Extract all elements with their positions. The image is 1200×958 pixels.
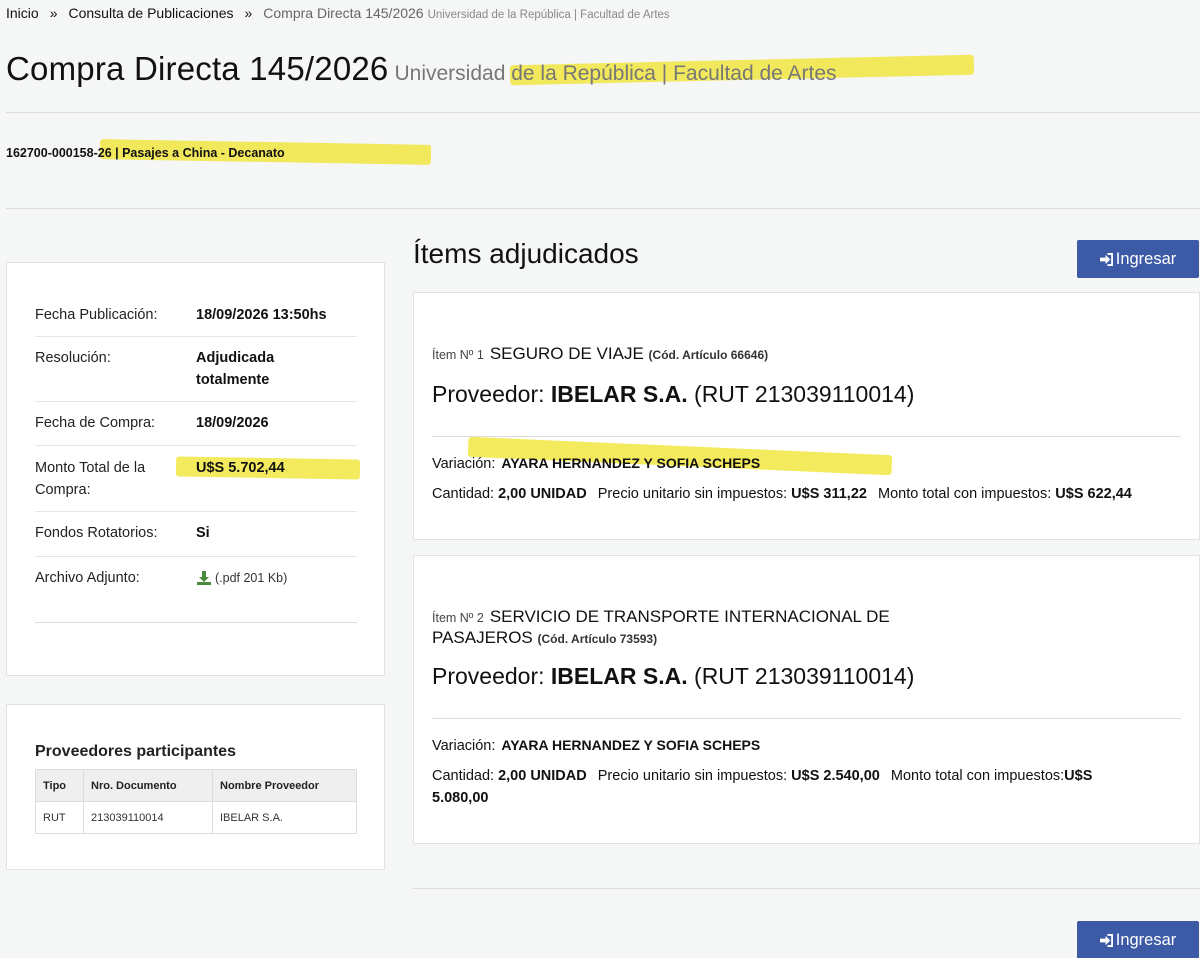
- provider-label: Proveedor:: [432, 381, 545, 407]
- provider-label: Proveedor:: [432, 663, 545, 689]
- awarded-item-card: Ítem Nº 2 SERVICIO DE TRANSPORTE INTERNAC…: [413, 555, 1200, 844]
- total-value: U$S 622,44: [1055, 486, 1132, 502]
- item-code: (Cód. Artículo 73593): [537, 632, 658, 646]
- sign-in-icon: [1099, 252, 1113, 266]
- info-value: U$S 5.702,44: [196, 460, 285, 476]
- sign-in-icon: [1099, 933, 1113, 947]
- table-cell: IBELAR S.A.: [212, 801, 357, 834]
- total-label: Monto total con impuestos:: [890, 768, 1065, 784]
- unit-price-label: Precio unitario sin impuestos:: [597, 486, 788, 502]
- breadcrumb-separator: »: [49, 5, 58, 21]
- breadcrumb-current-sub: Universidad de la República | Facultad d…: [427, 9, 670, 21]
- table-cell: RUT: [35, 801, 84, 834]
- purchase-info-panel: Fecha Publicación: 18/09/2026 13:50hs Re…: [6, 262, 385, 676]
- info-label: Resolución:: [35, 350, 111, 366]
- info-row-archivo-adjunto: Archivo Adjunto: (.pdf 201 Kb): [35, 557, 357, 623]
- provider-name: IBELAR S.A.: [550, 663, 688, 689]
- quantity-value: 2,00 UNIDAD: [498, 768, 587, 784]
- item-code: (Cód. Artículo 66646): [648, 348, 769, 362]
- breadcrumb-home-link[interactable]: Inicio: [6, 5, 39, 21]
- item-header: Ítem Nº 1 SEGURO DE VIAJE (Cód. Artículo …: [432, 344, 922, 365]
- providers-title: Proveedores participantes: [35, 743, 236, 760]
- item-name: SERVICIO DE TRANSPORTE INTERNACIONAL DE …: [432, 607, 890, 647]
- info-row-fecha-publicacion: Fecha Publicación: 18/09/2026 13:50hs: [35, 293, 357, 337]
- procurement-reference: 162700-000158-26 | Pasajes a China - Dec…: [6, 146, 285, 160]
- info-label: Fecha Publicación:: [35, 307, 158, 323]
- breadcrumb: Inicio » Consulta de Publicaciones » Compra …: [6, 5, 670, 21]
- providers-table-header-row: Tipo Nro. Documento Nombre Proveedor: [35, 769, 357, 802]
- quantity-label: Cantidad:: [432, 486, 495, 502]
- item-number: Ítem Nº 1: [432, 348, 484, 362]
- item-variation: Variación: AYARA HERNANDEZ Y SOFIA SCHEPS: [432, 737, 760, 754]
- info-label: Archivo Adjunto:: [35, 570, 140, 586]
- info-value: Si: [196, 525, 210, 541]
- info-value: 18/09/2026: [196, 415, 269, 431]
- item-provider: Proveedor: IBELAR S.A. (RUT 213039110014…: [432, 381, 914, 408]
- divider: [6, 208, 1200, 209]
- info-row-fecha-compra: Fecha de Compra: 18/09/2026: [35, 402, 357, 446]
- variation-label: Variación:: [432, 738, 496, 754]
- table-cell: 213039110014: [83, 801, 213, 834]
- item-number: Ítem Nº 2: [432, 611, 484, 625]
- item-variation: Variación: AYARA HERNANDEZ Y SOFIA SCHEPS: [432, 455, 760, 472]
- divider: [6, 112, 1200, 113]
- variation-value: AYARA HERNANDEZ Y SOFIA SCHEPS: [501, 737, 761, 753]
- page-title-main: Compra Directa 145/2026: [6, 50, 389, 87]
- breadcrumb-consulta-link[interactable]: Consulta de Publicaciones: [68, 5, 233, 21]
- unit-price-label: Precio unitario sin impuestos:: [597, 768, 788, 784]
- awarded-item-card: Ítem Nº 1 SEGURO DE VIAJE (Cód. Artículo …: [413, 292, 1200, 540]
- provider-rut: (RUT 213039110014): [694, 381, 915, 407]
- info-row-monto-total: Monto Total de la Compra: U$S 5.702,44: [35, 446, 361, 512]
- page: Inicio » Consulta de Publicaciones » Compra …: [0, 0, 1200, 958]
- ingresar-button-label: Ingresar: [1115, 930, 1177, 949]
- info-label: Fondos Rotatorios:: [35, 525, 158, 541]
- unit-price-value: U$S 2.540,00: [791, 768, 880, 784]
- ingresar-button[interactable]: Ingresar: [1077, 240, 1199, 278]
- info-label: Monto Total de la Compra:: [35, 460, 146, 498]
- total-label: Monto total con impuestos:: [877, 486, 1052, 502]
- provider-name: IBELAR S.A.: [550, 381, 688, 407]
- column-header-tipo: Tipo: [35, 769, 84, 802]
- divider: [432, 436, 1181, 437]
- providers-table: Tipo Nro. Documento Nombre Proveedor RUT…: [35, 769, 357, 834]
- item-quantity-prices: Cantidad: 2,00 UNIDAD Precio unitario sin…: [432, 483, 1181, 505]
- variation-value: AYARA HERNANDEZ Y SOFIA SCHEPS: [501, 455, 761, 471]
- item-quantity-prices: Cantidad: 2,00 UNIDAD Precio unitario sin…: [432, 765, 1122, 809]
- attachment-label: (.pdf 201 Kb): [215, 571, 288, 585]
- divider: [432, 718, 1181, 719]
- page-title-subtitle: Universidad de la República | Facultad d…: [394, 62, 837, 85]
- attachment-download-link[interactable]: (.pdf 201 Kb): [196, 567, 356, 589]
- quantity-label: Cantidad:: [432, 768, 495, 784]
- ingresar-button-label: Ingresar: [1115, 249, 1177, 268]
- breadcrumb-current: Compra Directa 145/2026: [263, 5, 424, 21]
- items-section-title: Ítems adjudicados: [413, 238, 639, 269]
- divider: [413, 888, 1200, 889]
- breadcrumb-separator: »: [244, 5, 253, 21]
- provider-rut: (RUT 213039110014): [694, 663, 915, 689]
- ingresar-button[interactable]: Ingresar: [1077, 921, 1199, 958]
- variation-label: Variación:: [432, 456, 496, 472]
- providers-panel: Proveedores participantes Tipo Nro. Docu…: [6, 704, 385, 870]
- item-name: SEGURO DE VIAJE: [489, 344, 644, 363]
- column-header-nro-documento: Nro. Documento: [83, 769, 213, 802]
- info-row-resolucion: Resolución: Adjudicada totalmente: [35, 337, 357, 402]
- item-provider: Proveedor: IBELAR S.A. (RUT 213039110014…: [432, 663, 914, 690]
- quantity-value: 2,00 UNIDAD: [498, 486, 587, 502]
- column-header-nombre-proveedor: Nombre Proveedor: [212, 769, 357, 802]
- unit-price-value: U$S 311,22: [791, 486, 867, 502]
- download-icon: [197, 571, 211, 585]
- info-row-fondos-rotatorios: Fondos Rotatorios: Si: [35, 512, 357, 557]
- info-value: 18/09/2026 13:50hs: [196, 307, 327, 323]
- table-row: RUT 213039110014 IBELAR S.A.: [35, 801, 357, 834]
- info-label: Fecha de Compra:: [35, 415, 156, 431]
- page-title: Compra Directa 145/2026 Universidad de la…: [6, 50, 837, 88]
- info-value: Adjudicada totalmente: [196, 350, 275, 388]
- item-header: Ítem Nº 2 SERVICIO DE TRANSPORTE INTERNAC…: [432, 607, 922, 649]
